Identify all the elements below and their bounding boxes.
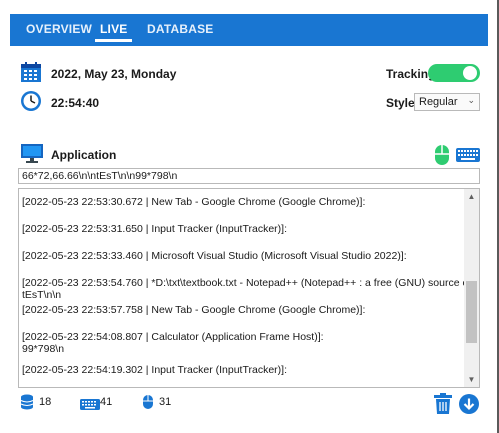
mouse-count: 31	[159, 396, 172, 408]
style-select[interactable]: Regular ⌄	[414, 93, 480, 111]
input-text-field[interactable]: 66*72,66.66\n\ntEsT\n\n99*798\n	[18, 168, 480, 184]
time-label: 22:54:40	[51, 96, 100, 110]
keyboard-count: 41	[100, 396, 113, 408]
calendar-icon	[20, 61, 42, 83]
download-icon	[463, 398, 475, 411]
database-icon	[20, 394, 34, 410]
tab-bar: OVERVIEW LIVE DATABASE	[10, 14, 488, 46]
database-count: 18	[39, 396, 52, 408]
style-select-value: Regular	[419, 96, 458, 108]
application-label: Application	[51, 148, 117, 162]
log-entry: [2022-05-23 22:54:19.302 | Input Tracker…	[22, 364, 287, 376]
clock-icon	[20, 90, 42, 112]
scroll-down-arrow-icon[interactable]: ▼	[464, 372, 479, 387]
toggle-knob	[463, 66, 477, 80]
active-tab-indicator	[95, 39, 133, 42]
log-scrollbar[interactable]: ▲ ▼	[464, 189, 479, 387]
tab-overview[interactable]: OVERVIEW	[26, 14, 92, 46]
style-label: Style	[386, 96, 415, 110]
trash-icon[interactable]	[434, 393, 452, 414]
log-entry: [2022-05-23 22:53:30.672 | New Tab - Goo…	[22, 196, 366, 208]
log-entry: [2022-05-23 22:53:31.650 | Input Tracker…	[22, 223, 287, 235]
log-entry: [2022-05-23 22:54:08.807 | Calculator (A…	[22, 331, 324, 355]
scroll-up-arrow-icon[interactable]: ▲	[464, 189, 479, 204]
tab-live[interactable]: LIVE	[95, 14, 133, 46]
scroll-thumb[interactable]	[466, 281, 477, 343]
download-button[interactable]	[459, 394, 479, 414]
chevron-down-icon: ⌄	[467, 95, 475, 105]
keyboard-icon[interactable]	[456, 148, 480, 162]
tab-database[interactable]: DATABASE	[147, 14, 214, 46]
tracking-toggle[interactable]	[428, 64, 480, 82]
log-entry: [2022-05-23 22:53:57.758 | New Tab - Goo…	[22, 304, 366, 316]
log-list[interactable]: [2022-05-23 22:53:30.672 | New Tab - Goo…	[18, 188, 480, 388]
mouse-icon	[142, 394, 154, 410]
log-entry: [2022-05-23 22:53:54.760 | *D:\txt\textb…	[22, 277, 480, 301]
monitor-icon	[20, 143, 44, 163]
date-label: 2022, May 23, Monday	[51, 67, 177, 81]
mouse-icon[interactable]	[434, 144, 450, 166]
keyboard-icon	[80, 397, 100, 410]
log-entry: [2022-05-23 22:53:33.460 | Microsoft Vis…	[22, 250, 407, 262]
